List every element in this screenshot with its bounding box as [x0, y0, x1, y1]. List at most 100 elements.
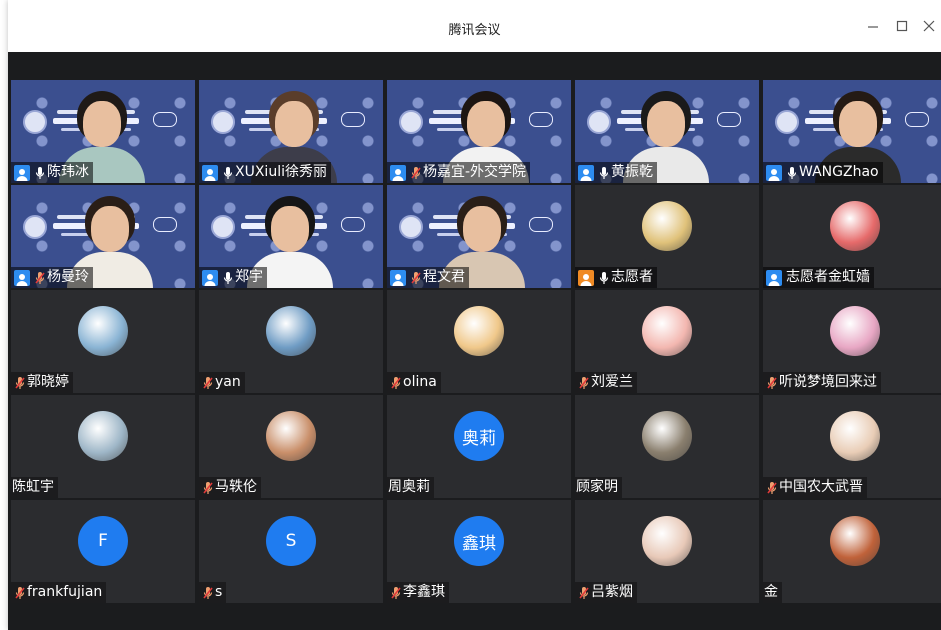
- participant-tile[interactable]: Ss: [199, 500, 383, 603]
- participant-tile[interactable]: 杨嘉宜-外交学院: [387, 80, 571, 183]
- participant-avatar: [266, 411, 316, 461]
- participant-name: 李鑫琪: [403, 584, 445, 600]
- participant-name: 刘爱兰: [591, 374, 633, 390]
- participant-tile[interactable]: 程文君: [387, 185, 571, 288]
- participant-avatar: [642, 411, 692, 461]
- close-icon[interactable]: [919, 16, 939, 36]
- participant-avatar: [78, 411, 128, 461]
- name-label: XUXiuli徐秀丽: [199, 162, 331, 183]
- participant-avatar: [642, 306, 692, 356]
- mic-muted-icon: [410, 165, 421, 181]
- university-seal-icon: [211, 110, 235, 134]
- mic-muted-icon: [14, 375, 25, 391]
- name-label: 陈虹宇: [11, 477, 58, 498]
- name-label: 志愿者金虹嫱: [763, 267, 874, 288]
- mic-muted-icon: [14, 585, 25, 601]
- participant-tile[interactable]: 奥莉 周奥莉: [387, 395, 571, 498]
- user-icon: [766, 269, 782, 286]
- name-label: 周奥莉: [387, 477, 434, 498]
- name-label: 中国农大武晋: [763, 477, 867, 498]
- participant-name: olina: [403, 374, 437, 390]
- participant-name: 志愿者: [611, 269, 653, 285]
- name-label: 杨嘉宜-外交学院: [387, 162, 531, 183]
- mic-icon: [598, 165, 609, 181]
- participant-name: 陈虹宇: [12, 479, 54, 495]
- participant-tile[interactable]: olina: [387, 290, 571, 393]
- participant-grid: 陈玮冰 XUXiuli徐秀丽 杨嘉宜-外交学院 黄振乾 WANGZhao 杨曼玲 郑宇 程文君…: [11, 80, 941, 607]
- participant-tile[interactable]: 中国农大武晋: [763, 395, 941, 498]
- user-icon: [202, 164, 218, 181]
- participant-name: 杨嘉宜-外交学院: [423, 164, 527, 180]
- participant-tile[interactable]: 陈玮冰: [11, 80, 195, 183]
- participant-initials-avatar: 鑫琪: [454, 516, 504, 566]
- user-icon: [766, 164, 782, 181]
- participant-name: 志愿者金虹嫱: [786, 269, 870, 285]
- name-label: yan: [199, 372, 245, 393]
- user-icon: [578, 164, 594, 181]
- name-label: 杨曼玲: [11, 267, 93, 288]
- anniversary-badge: [341, 217, 365, 232]
- participant-tile[interactable]: 郑宇: [199, 185, 383, 288]
- participant-initials-avatar: S: [266, 516, 316, 566]
- participant-tile[interactable]: 刘爱兰: [575, 290, 759, 393]
- name-label: 顾家明: [575, 477, 622, 498]
- anniversary-badge: [905, 112, 929, 127]
- participant-tile[interactable]: yan: [199, 290, 383, 393]
- anniversary-badge: [529, 112, 553, 127]
- participant-name: 郭晓婷: [27, 374, 69, 390]
- university-seal-icon: [23, 215, 47, 239]
- participant-tile[interactable]: 听说梦境回来过: [763, 290, 941, 393]
- participant-avatar: [454, 306, 504, 356]
- user-icon: [390, 269, 406, 286]
- mic-muted-icon: [766, 480, 777, 496]
- participant-tile[interactable]: XUXiuli徐秀丽: [199, 80, 383, 183]
- participant-name: 中国农大武晋: [779, 479, 863, 495]
- participant-tile[interactable]: 顾家明: [575, 395, 759, 498]
- participant-name: 程文君: [423, 269, 465, 285]
- university-seal-icon: [587, 110, 611, 134]
- name-label: 刘爱兰: [575, 372, 637, 393]
- mic-muted-icon: [202, 585, 213, 601]
- name-label: 李鑫琪: [387, 582, 449, 603]
- participant-tile[interactable]: 杨曼玲: [11, 185, 195, 288]
- name-label: 志愿者: [575, 267, 657, 288]
- participant-avatar: [830, 306, 880, 356]
- participant-name: XUXiuli徐秀丽: [235, 164, 327, 180]
- participant-tile[interactable]: 马轶伦: [199, 395, 383, 498]
- minimize-icon[interactable]: [863, 16, 883, 36]
- participant-tile[interactable]: WANGZhao: [763, 80, 941, 183]
- anniversary-badge: [153, 112, 177, 127]
- participant-name: s: [215, 584, 223, 600]
- participant-avatar: [830, 201, 880, 251]
- maximize-icon[interactable]: [892, 16, 912, 36]
- participant-avatar: [830, 411, 880, 461]
- participant-tile[interactable]: 鑫琪李鑫琪: [387, 500, 571, 603]
- participant-tile[interactable]: 郭晓婷: [11, 290, 195, 393]
- anniversary-badge: [717, 112, 741, 127]
- name-label: 听说梦境回来过: [763, 372, 881, 393]
- participant-name: 金: [764, 584, 778, 600]
- participant-name: 黄振乾: [611, 164, 653, 180]
- user-icon: [202, 269, 218, 286]
- participant-name: 听说梦境回来过: [779, 374, 877, 390]
- participant-avatar: [642, 516, 692, 566]
- participant-tile[interactable]: 吕紫烟: [575, 500, 759, 603]
- participant-tile[interactable]: 志愿者: [575, 185, 759, 288]
- mic-muted-icon: [202, 375, 213, 391]
- participant-tile[interactable]: Ffrankfujian: [11, 500, 195, 603]
- name-label: 郭晓婷: [11, 372, 73, 393]
- participant-tile[interactable]: 志愿者金虹嫱: [763, 185, 941, 288]
- participant-tile[interactable]: 金: [763, 500, 941, 603]
- user-icon: [14, 164, 30, 181]
- university-seal-icon: [399, 215, 423, 239]
- participant-name: WANGZhao: [799, 164, 879, 180]
- participant-tile[interactable]: 陈虹宇: [11, 395, 195, 498]
- participant-avatar: [266, 306, 316, 356]
- name-label: s: [199, 582, 227, 603]
- name-label: 程文君: [387, 267, 469, 288]
- university-seal-icon: [211, 215, 235, 239]
- participant-tile[interactable]: 黄振乾: [575, 80, 759, 183]
- participant-name: 顾家明: [576, 479, 618, 495]
- participant-initials-avatar: 奥莉: [454, 411, 504, 461]
- title-bar: 腾讯会议: [8, 0, 941, 52]
